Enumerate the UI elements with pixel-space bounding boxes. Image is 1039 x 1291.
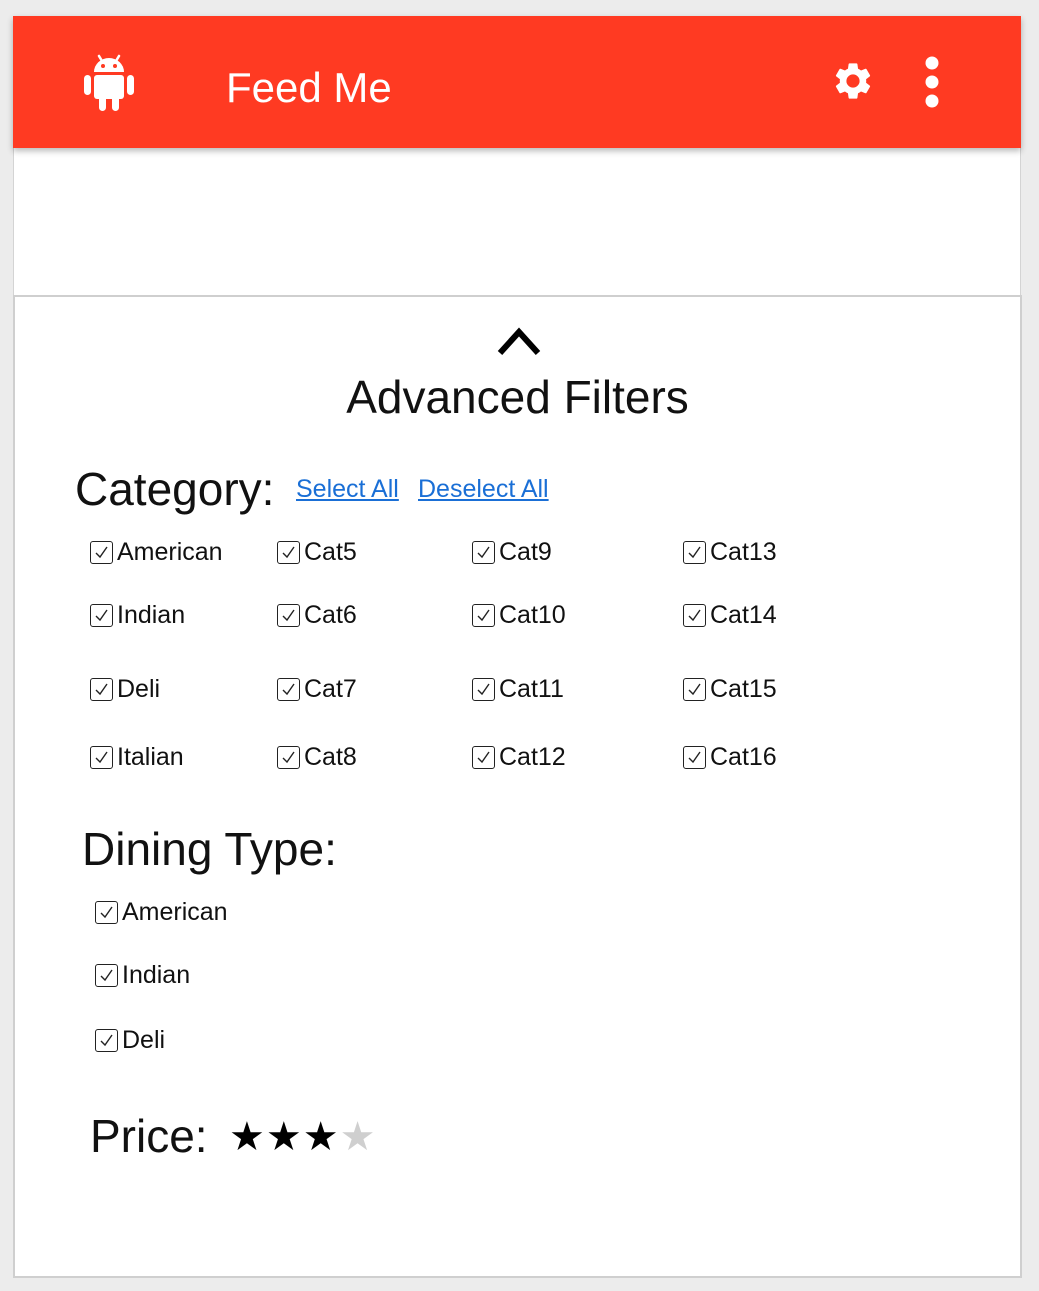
advanced-filters-title: Advanced Filters [346, 371, 689, 423]
checkbox-italian[interactable]: Italian [90, 742, 184, 772]
checkbox-box[interactable] [90, 540, 113, 564]
checkbox-box[interactable] [683, 677, 706, 701]
checkbox-american[interactable]: American [90, 537, 223, 567]
checkbox-label: Cat7 [304, 674, 357, 703]
checkbox-cat5[interactable]: Cat5 [277, 537, 357, 567]
checkbox-label: Cat15 [710, 674, 777, 703]
checkbox-box[interactable] [95, 1028, 118, 1052]
checkbox-american[interactable]: American [95, 897, 228, 927]
checkbox-cat7[interactable]: Cat7 [277, 674, 357, 704]
checkbox-label: Cat13 [710, 537, 777, 566]
checkbox-box[interactable] [90, 603, 113, 627]
checkbox-cat6[interactable]: Cat6 [277, 600, 357, 630]
checkbox-deli[interactable]: Deli [95, 1025, 165, 1055]
checkbox-label: Cat6 [304, 600, 357, 629]
checkbox-label: Deli [122, 1025, 166, 1054]
checkbox-box[interactable] [277, 677, 300, 701]
advanced-filters-panel: Advanced Filters Category: Select All De… [13, 295, 1022, 1278]
app-title: Feed Me [226, 64, 392, 111]
checkbox-indian[interactable]: Indian [90, 600, 185, 630]
star-filled-icon[interactable]: ★ [266, 1117, 302, 1157]
checkbox-box[interactable] [683, 603, 706, 627]
checkbox-deli[interactable]: Deli [90, 674, 160, 704]
checkbox-label: Cat5 [304, 537, 357, 566]
checkbox-cat8[interactable]: Cat8 [277, 742, 357, 772]
checkbox-box[interactable] [95, 963, 118, 987]
checkbox-cat14[interactable]: Cat14 [683, 600, 777, 630]
checkbox-indian[interactable]: Indian [95, 960, 190, 990]
checkbox-label: Cat14 [710, 600, 777, 629]
checkbox-label: Deli [117, 674, 161, 703]
content-area [13, 148, 1021, 295]
price-rating[interactable]: ★ ★ ★ ★ [229, 1117, 376, 1157]
category-label: Category: [75, 463, 275, 515]
checkbox-box[interactable] [90, 745, 113, 769]
checkbox-label: Cat11 [499, 674, 564, 703]
checkbox-label: Cat16 [710, 742, 777, 771]
android-icon [84, 54, 134, 111]
checkbox-label: Cat12 [499, 742, 566, 771]
deselect-all-link[interactable]: Deselect All [418, 474, 549, 504]
chevron-up-icon[interactable] [497, 324, 541, 356]
star-empty-icon[interactable]: ★ [340, 1117, 376, 1157]
checkbox-box[interactable] [683, 540, 706, 564]
checkbox-box[interactable] [277, 745, 300, 769]
checkbox-cat9[interactable]: Cat9 [472, 537, 552, 567]
app-bar: Feed Me [13, 16, 1021, 148]
checkbox-box[interactable] [277, 603, 300, 627]
checkbox-cat10[interactable]: Cat10 [472, 600, 566, 630]
checkbox-label: Cat8 [304, 742, 357, 771]
checkbox-cat11[interactable]: Cat11 [472, 674, 564, 704]
checkbox-label: American [122, 897, 228, 926]
star-filled-icon[interactable]: ★ [303, 1117, 339, 1157]
checkbox-box[interactable] [472, 745, 495, 769]
checkbox-label: Indian [117, 600, 186, 629]
more-vert-icon[interactable] [921, 56, 943, 108]
checkbox-box[interactable] [472, 540, 495, 564]
checkbox-label: Cat10 [499, 600, 566, 629]
checkbox-cat16[interactable]: Cat16 [683, 742, 777, 772]
checkbox-box[interactable] [472, 677, 495, 701]
price-label: Price: [90, 1110, 208, 1162]
checkbox-cat15[interactable]: Cat15 [683, 674, 777, 704]
checkbox-box[interactable] [683, 745, 706, 769]
checkbox-box[interactable] [90, 677, 113, 701]
checkbox-cat13[interactable]: Cat13 [683, 537, 777, 567]
select-all-link[interactable]: Select All [296, 474, 399, 504]
checkbox-label: Italian [117, 742, 184, 771]
checkbox-box[interactable] [277, 540, 300, 564]
checkbox-box[interactable] [472, 603, 495, 627]
dining-type-label: Dining Type: [82, 823, 337, 875]
checkbox-label: Indian [122, 960, 191, 989]
checkbox-label: American [117, 537, 223, 566]
star-filled-icon[interactable]: ★ [229, 1117, 265, 1157]
gear-icon[interactable] [831, 59, 875, 103]
checkbox-cat12[interactable]: Cat12 [472, 742, 566, 772]
checkbox-label: Cat9 [499, 537, 552, 566]
checkbox-box[interactable] [95, 900, 118, 924]
